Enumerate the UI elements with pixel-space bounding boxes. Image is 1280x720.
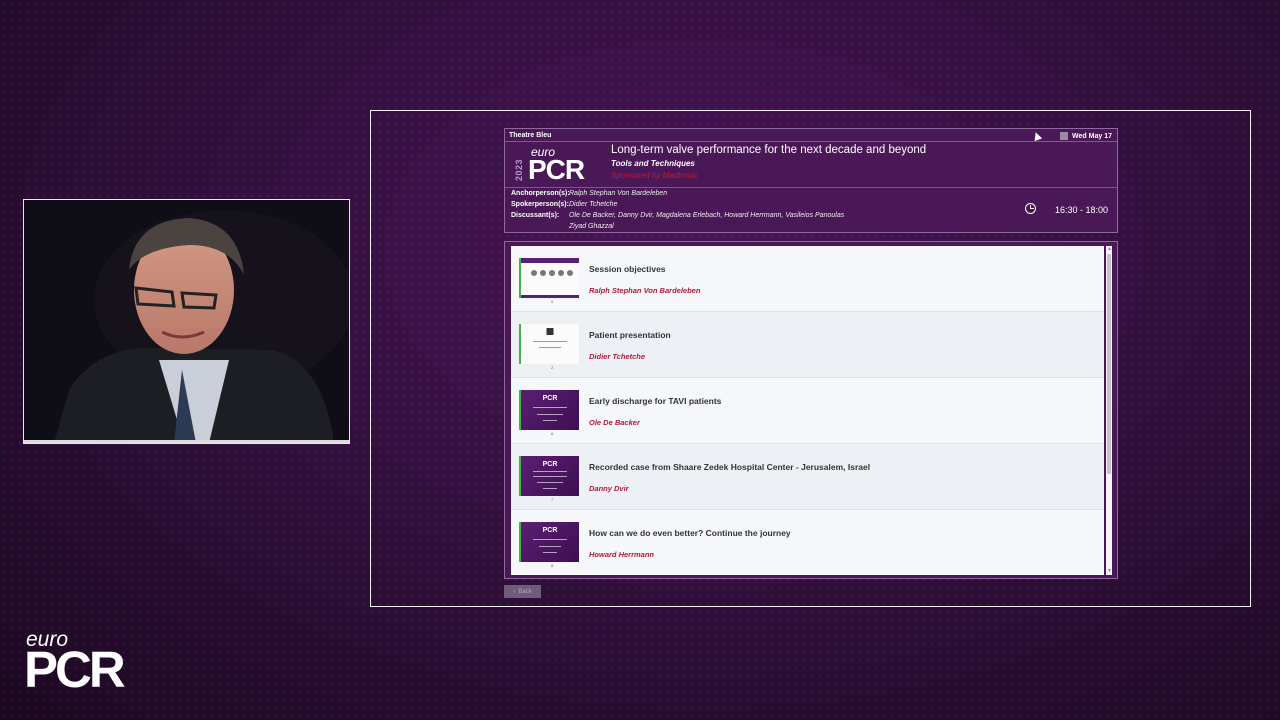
list-scrollbar[interactable]: ▲ ▼ [1106,246,1112,575]
scrollbar-thumb[interactable] [1107,254,1111,474]
list-item[interactable]: PCR 7 Recorded case from Shaare Zedek Ho… [511,444,1104,510]
slide-thumbnail[interactable] [519,258,579,298]
back-label: Back [518,588,532,595]
presentation-title: How can we do even better? Continue the … [589,528,791,538]
session-sponsor: Sponsored by Medtronic [611,171,698,180]
list-item[interactable]: 0 Session objectives Ralph Stephan Von B… [511,246,1104,312]
scroll-up-icon[interactable]: ▲ [1107,247,1112,252]
slide-thumbnail[interactable]: PCR [519,390,579,430]
slide-page-number: 8 [551,563,554,568]
logo-year: 2023 [514,158,524,181]
speaker-figure [24,200,349,443]
presentation-speaker: Howard Herrmann [589,550,655,559]
presentation-speaker: Ole De Backer [589,418,640,427]
discussants-names: Ole De Backer, Danny Dvir, Magdalena Erl… [569,212,845,219]
list-item[interactable]: PCR 6 Early discharge for TAVI patients … [511,378,1104,444]
europcr-brand-logo: euro PCR [24,628,136,698]
discussants-label: Discussant(s): [511,212,560,219]
thumb-header-bar [521,258,579,263]
divider [505,187,1117,188]
presentation-speaker: Danny Dvir [589,484,629,493]
scroll-down-icon[interactable]: ▼ [1107,569,1112,574]
room-name: Theatre Bleu [509,132,552,139]
presentation-title: Early discharge for TAVI patients [589,396,722,406]
presentation-title: Session objectives [589,264,666,274]
list-item[interactable]: 2 Patient presentation Didier Tchetche [511,312,1104,378]
thumb-logo: PCR [542,461,558,468]
presentation-speaker: Didier Tchetche [589,352,645,361]
logo-pcr: PCR [528,154,585,185]
clock-icon [1025,203,1036,214]
discussants-names-2: Ziyad Ghazzal [569,223,614,230]
slide-thumbnail[interactable] [519,324,579,364]
date-text: Wed May 17 [1072,132,1112,140]
chevron-left-icon: ‹ [513,588,516,595]
anchor-names: Ralph Stephan Von Bardeleben [569,190,668,197]
calendar-icon [1060,132,1069,140]
session-title: Long-term valve performance for the next… [611,144,927,156]
presentation-speaker: Ralph Stephan Von Bardeleben [589,286,701,295]
europcr-logo: 2023 euro PCR [514,145,594,185]
thumb-logo: PCR [542,395,558,402]
back-button[interactable]: ‹ Back [504,585,541,598]
thumb-faces [531,270,573,276]
brand-pcr: PCR [24,641,126,698]
spoke-names: Didier Tchetche [569,201,618,208]
anchor-label: Anchorperson(s): [511,190,570,197]
thumb-logo [546,328,554,335]
presentation-list: 0 Session objectives Ralph Stephan Von B… [504,241,1118,579]
slide-thumbnail[interactable]: PCR [519,522,579,562]
slide-thumbnail[interactable]: PCR [519,456,579,496]
presentation-list-viewport[interactable]: 0 Session objectives Ralph Stephan Von B… [511,246,1104,575]
session-time: 16:30 - 18:00 [1054,205,1108,215]
thumb-logo: PCR [542,527,558,534]
slide-page-number: 6 [551,431,554,436]
thumb-footer-bar [521,295,579,298]
session-header: Theatre Bleu Wed May 17 2023 euro PCR Lo… [504,128,1118,233]
slide-page-number: 7 [551,497,554,502]
divider [505,141,1117,142]
speaker-video [23,199,350,444]
slide-page-number: 2 [551,365,554,370]
presentation-title: Recorded case from Shaare Zedek Hospital… [589,462,871,472]
spoke-label: Spokerperson(s): [511,201,569,208]
list-item[interactable]: PCR 8 How can we do even better? Continu… [511,510,1104,575]
slide-page-number: 0 [551,299,554,304]
session-date: Wed May 17 [1060,132,1112,140]
presentation-title: Patient presentation [589,330,671,340]
session-subtitle: Tools and Techniques [611,159,695,168]
